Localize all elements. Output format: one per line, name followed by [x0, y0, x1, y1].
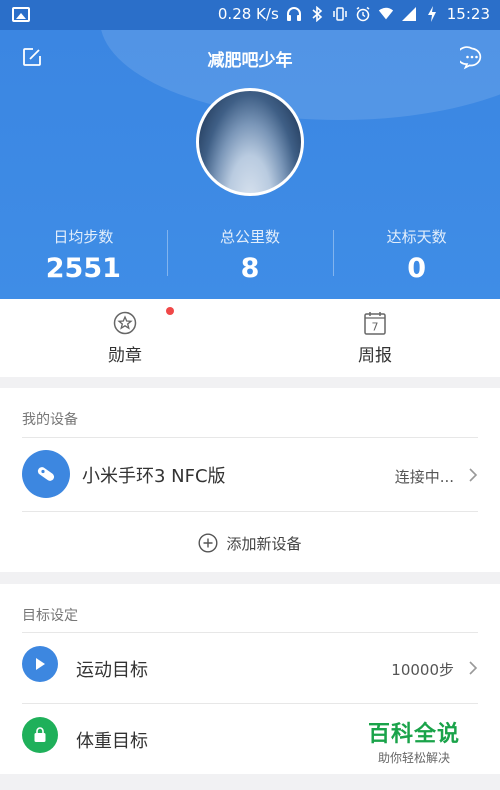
network-speed: 0.28 K/s	[217, 5, 279, 23]
goal-label: 运动目标	[76, 660, 148, 681]
add-device-label: 添加新设备	[226, 534, 302, 553]
charging-icon	[424, 6, 440, 22]
wifi-icon	[378, 6, 394, 22]
stat-value: 8	[240, 253, 260, 284]
notification-dot	[166, 307, 174, 315]
watermark-main: 百科全说	[367, 722, 460, 747]
stats-row: 日均步数 2551 总公里数 8 达标天数 0	[0, 226, 500, 284]
stat-daily-steps[interactable]: 日均步数 2551	[0, 226, 167, 284]
goal-label: 体重目标	[76, 731, 148, 752]
gallery-icon	[12, 7, 30, 22]
weekly-report-entry[interactable]: 7 周报	[250, 299, 500, 377]
avatar[interactable]	[196, 88, 304, 196]
divider	[22, 511, 478, 512]
profile-header: 减肥吧少年 日均步数 2551 总公里数 8 达标天数 0	[0, 30, 500, 299]
medals-entry[interactable]: 勋章	[0, 299, 250, 377]
watermark-sub: 助你轻松解决	[377, 751, 450, 765]
device-row[interactable]: 小米手环3 NFC版 连接中...	[0, 438, 500, 510]
alarm-icon	[355, 6, 371, 22]
signal-icon	[401, 6, 417, 22]
stat-value: 2551	[45, 253, 121, 284]
stat-goal-days[interactable]: 达标天数 0	[333, 226, 500, 284]
section-title: 目标设定	[22, 608, 78, 624]
status-indicators: 0.28 K/s 15:23	[218, 5, 490, 23]
headphones-icon	[286, 6, 302, 22]
band-icon	[22, 450, 70, 498]
device-status: 连接中...	[394, 468, 454, 486]
quick-entries: 勋章 7 周报	[0, 299, 500, 377]
stat-label: 总公里数	[220, 228, 281, 246]
calendar-day: 7	[372, 321, 379, 334]
bluetooth-icon	[309, 6, 325, 22]
clock-time: 15:23	[446, 5, 490, 23]
profile-name: 减肥吧少年	[207, 51, 293, 71]
exercise-goal-row[interactable]: 运动目标 10000步	[0, 633, 500, 705]
chevron-right-icon	[466, 467, 480, 482]
vibrate-icon	[332, 6, 348, 22]
medals-label: 勋章	[108, 346, 142, 366]
devices-section: 我的设备 小米手环3 NFC版 连接中... 添加新设备	[0, 388, 500, 572]
add-device-button[interactable]: 添加新设备	[0, 526, 500, 560]
plus-circle-icon	[198, 533, 218, 553]
watermark-logo: 百科全说 助你轻松解决	[368, 716, 460, 766]
stat-label: 日均步数	[53, 228, 114, 246]
device-name: 小米手环3 NFC版	[82, 466, 226, 487]
chat-icon[interactable]	[456, 46, 484, 70]
weekly-report-label: 周报	[358, 346, 392, 366]
stat-value: 0	[407, 253, 427, 284]
chevron-right-icon	[466, 660, 480, 675]
status-bar: 0.28 K/s 15:23	[0, 0, 500, 30]
calendar-icon: 7	[363, 311, 387, 335]
header-decoration	[100, 30, 500, 120]
medal-icon	[113, 311, 137, 335]
flag-icon	[22, 646, 58, 682]
goal-value: 10000步	[391, 661, 454, 679]
weight-icon	[22, 717, 58, 753]
section-title: 我的设备	[22, 412, 78, 428]
stat-label: 达标天数	[386, 228, 447, 246]
stat-total-km[interactable]: 总公里数 8	[166, 226, 334, 284]
